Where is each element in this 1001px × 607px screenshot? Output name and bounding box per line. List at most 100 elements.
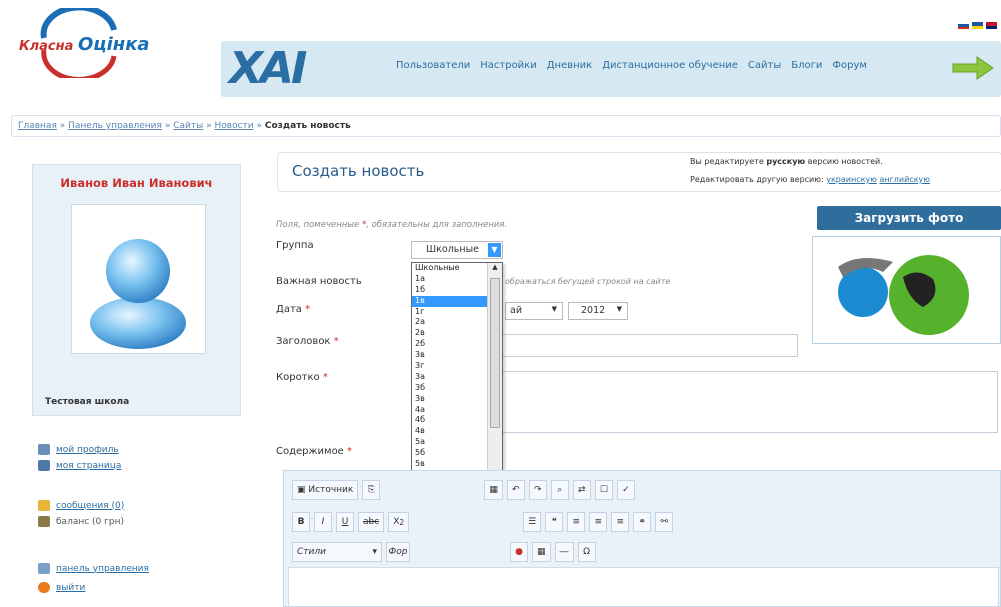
- editor-toolbar-2: B I U abc X2 ☰ ❝ ≡ ≡ ≡ ⚭ ⚯: [292, 511, 674, 533]
- dropdown-option[interactable]: 3в: [412, 394, 488, 405]
- find-button[interactable]: ⌕: [550, 480, 569, 500]
- special-char-button[interactable]: Ω: [577, 542, 596, 562]
- dropdown-option[interactable]: 5в: [412, 459, 488, 470]
- messages-link[interactable]: сообщения (0): [38, 500, 124, 511]
- edit-ukrainian-link[interactable]: украинскую: [826, 175, 877, 184]
- breadcrumb: Главная » Панель управления » Сайты » Но…: [11, 115, 1001, 137]
- site-logo[interactable]: Класна Оцінка: [14, 8, 174, 78]
- replace-icon: ⇄: [578, 485, 586, 495]
- unlink-button[interactable]: ⚯: [655, 512, 674, 532]
- dropdown-option[interactable]: 3в: [412, 350, 488, 361]
- blockquote-button[interactable]: ❝: [545, 512, 564, 532]
- page-title: Создать новость: [292, 162, 425, 180]
- date-label: Дата *: [276, 304, 311, 315]
- short-textarea[interactable]: [500, 371, 998, 433]
- dropdown-option[interactable]: 5б: [412, 448, 488, 459]
- title-input[interactable]: [500, 334, 798, 357]
- crumb-news[interactable]: Новости: [214, 121, 253, 131]
- news-photo: [812, 236, 1001, 344]
- underline-button[interactable]: U: [336, 512, 354, 532]
- balance-link[interactable]: баланс (0 грн): [38, 516, 124, 527]
- scroll-up-icon[interactable]: ▲: [488, 263, 502, 275]
- date-month-select[interactable]: ай ▼: [505, 302, 563, 320]
- dropdown-option[interactable]: 1а: [412, 274, 488, 285]
- strike-button[interactable]: abc: [358, 512, 385, 532]
- paste-word-button[interactable]: ▦: [484, 480, 503, 500]
- nav-link-blogs[interactable]: Блоги: [791, 60, 822, 71]
- link-button[interactable]: ⚭: [633, 512, 652, 532]
- dropdown-option[interactable]: 1г: [412, 307, 488, 318]
- bullet-list-button[interactable]: ☰: [523, 512, 542, 532]
- dropdown-option[interactable]: 2б: [412, 339, 488, 350]
- nav-link-diary[interactable]: Дневник: [547, 60, 592, 71]
- styles-select[interactable]: Стили ▾: [292, 542, 382, 562]
- flag-ru-icon[interactable]: [958, 22, 969, 29]
- dropdown-arrow-icon[interactable]: ▼: [488, 243, 501, 257]
- flag-en-icon[interactable]: [986, 22, 997, 29]
- upload-photo-button[interactable]: Загрузить фото: [817, 206, 1001, 230]
- dropdown-option[interactable]: 3б: [412, 383, 488, 394]
- nav-link-distance[interactable]: Дистанционное обучение: [602, 60, 738, 71]
- dropdown-option[interactable]: 4б: [412, 415, 488, 426]
- italic-button[interactable]: I: [314, 512, 332, 532]
- editor-content-area[interactable]: [288, 567, 999, 607]
- redo-button[interactable]: ↷: [528, 480, 547, 500]
- control-panel-link[interactable]: панель управления: [38, 563, 149, 574]
- nav-link-settings[interactable]: Настройки: [480, 60, 536, 71]
- special-char-icon: Ω: [583, 547, 590, 557]
- spellcheck-icon: ✓: [622, 485, 630, 495]
- logout-link[interactable]: выйти: [38, 582, 85, 593]
- dropdown-option[interactable]: 3а: [412, 372, 488, 383]
- source-button[interactable]: ▣ Источник: [292, 480, 359, 500]
- logo-text: Класна Оцінка: [19, 34, 150, 55]
- my-profile-link[interactable]: мой профиль: [38, 444, 119, 455]
- table-button[interactable]: ▦: [532, 542, 551, 562]
- align-center-button[interactable]: ≡: [589, 512, 608, 532]
- user-avatar-icon: [90, 239, 186, 349]
- dropdown-option[interactable]: 2а: [412, 317, 488, 328]
- replace-button[interactable]: ⇄: [572, 480, 591, 500]
- align-right-icon: ≡: [616, 517, 624, 527]
- select-all-button[interactable]: ☐: [594, 480, 613, 500]
- school-name: Тестовая школа: [45, 397, 130, 407]
- align-center-icon: ≡: [594, 517, 602, 527]
- brand-logo[interactable]: ХАІ: [229, 45, 307, 93]
- dropdown-option[interactable]: 2в: [412, 328, 488, 339]
- page-icon: [38, 460, 50, 471]
- format-select[interactable]: Фор: [386, 542, 410, 562]
- crumb-panel[interactable]: Панель управления: [68, 121, 162, 131]
- undo-button[interactable]: ↶: [506, 480, 525, 500]
- hr-button[interactable]: ―: [554, 542, 574, 562]
- date-year-select[interactable]: 2012 ▼: [568, 302, 628, 320]
- dropdown-option[interactable]: 4в: [412, 426, 488, 437]
- arrow-right-icon[interactable]: [951, 55, 995, 81]
- language-flags: [958, 22, 997, 29]
- dropdown-option[interactable]: 3г: [412, 361, 488, 372]
- chevron-down-icon: ▼: [616, 305, 622, 313]
- group-select[interactable]: Школьные ▼: [411, 241, 503, 259]
- flash-button[interactable]: ●: [510, 542, 528, 562]
- spellcheck-button[interactable]: ✓: [616, 480, 635, 500]
- nav-link-users[interactable]: Пользователи: [396, 60, 470, 71]
- bold-button[interactable]: B: [292, 512, 310, 532]
- dropdown-option[interactable]: 1б: [412, 285, 488, 296]
- crumb-home[interactable]: Главная: [18, 121, 57, 131]
- preview-icon: ⎘: [367, 485, 375, 495]
- nav-link-forum[interactable]: Форум: [832, 60, 867, 71]
- preview-button[interactable]: ⎘: [362, 480, 381, 500]
- scrollbar-thumb[interactable]: [490, 278, 500, 428]
- crumb-sites[interactable]: Сайты: [173, 121, 203, 131]
- edit-english-link[interactable]: английскую: [879, 175, 930, 184]
- chevron-down-icon: ▼: [551, 305, 557, 313]
- dropdown-option[interactable]: 1в: [412, 295, 488, 307]
- dropdown-option[interactable]: 5а: [412, 437, 488, 448]
- subscript-button[interactable]: X2: [388, 512, 410, 532]
- undo-icon: ↶: [512, 485, 520, 495]
- align-right-button[interactable]: ≡: [611, 512, 630, 532]
- flag-ua-icon[interactable]: [972, 22, 983, 29]
- dropdown-option[interactable]: Школьные: [412, 263, 488, 274]
- nav-link-sites[interactable]: Сайты: [748, 60, 781, 71]
- dropdown-option[interactable]: 4а: [412, 405, 488, 416]
- align-left-button[interactable]: ≡: [567, 512, 586, 532]
- my-page-link[interactable]: моя страница: [38, 460, 121, 471]
